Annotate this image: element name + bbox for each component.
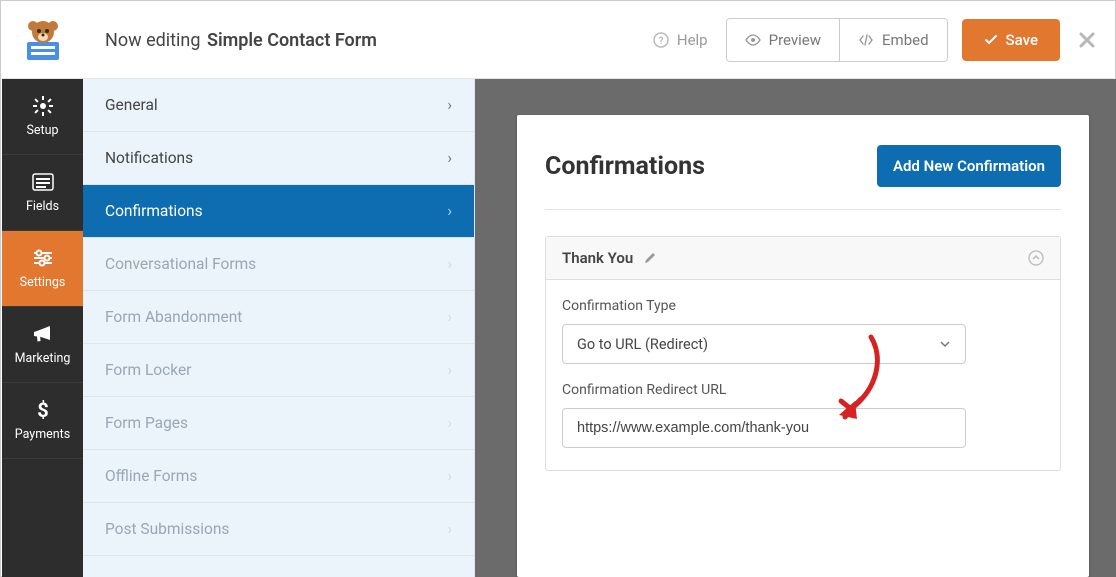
save-button[interactable]: Save	[962, 19, 1060, 61]
submenu-label: General	[105, 96, 158, 114]
vertical-nav: Setup Fields Settings Marketing $ Paymen…	[2, 79, 83, 577]
topbar: Now editing Simple Contact Form ? Help P…	[83, 2, 1114, 79]
add-button-label: Add New Confirmation	[893, 157, 1045, 175]
chevron-down-icon	[939, 338, 951, 350]
dollar-icon: $	[32, 399, 54, 421]
pencil-icon[interactable]	[643, 251, 657, 265]
gear-icon	[32, 95, 54, 117]
confirmation-type-select[interactable]: Go to URL (Redirect)	[562, 324, 966, 364]
save-label: Save	[1006, 31, 1038, 49]
submenu-label: Conversational Forms	[105, 255, 256, 273]
submenu-label: Confirmations	[105, 202, 203, 220]
submenu-label: Form Pages	[105, 414, 188, 432]
submenu-label: Offline Forms	[105, 467, 197, 485]
confirmation-type-label: Confirmation Type	[562, 298, 1044, 314]
submenu-item-conversational-forms[interactable]: Conversational Forms ›	[83, 238, 474, 291]
chevron-right-icon: ›	[447, 255, 452, 273]
redirect-url-label: Confirmation Redirect URL	[562, 382, 1044, 398]
check-icon	[984, 33, 998, 47]
chevron-right-icon: ›	[447, 361, 452, 379]
panel-body: Confirmation Type Go to URL (Redirect) C…	[546, 280, 1060, 470]
preview-embed-group: Preview Embed	[726, 18, 948, 62]
list-icon	[32, 171, 54, 193]
code-icon	[858, 32, 874, 48]
vnav-label: Payments	[15, 427, 70, 442]
preview-label: Preview	[769, 31, 821, 49]
form-title: Simple Contact Form	[207, 30, 377, 51]
card-header: Confirmations Add New Confirmation	[545, 145, 1061, 210]
select-value: Go to URL (Redirect)	[577, 336, 708, 353]
submenu-item-form-abandonment[interactable]: Form Abandonment ›	[83, 291, 474, 344]
chevron-right-icon: ›	[447, 149, 452, 167]
vnav-item-setup[interactable]: Setup	[2, 79, 83, 155]
vnav-item-payments[interactable]: $ Payments	[2, 383, 83, 459]
redirect-url-input[interactable]	[562, 408, 966, 448]
close-icon	[1078, 31, 1096, 49]
embed-button[interactable]: Embed	[839, 19, 947, 61]
submenu-item-form-pages[interactable]: Form Pages ›	[83, 397, 474, 450]
eye-icon	[745, 32, 761, 48]
chevron-up-icon	[1028, 250, 1044, 266]
collapse-button[interactable]	[1028, 250, 1044, 266]
vnav-label: Setup	[26, 123, 58, 138]
help-icon: ?	[653, 32, 669, 48]
submenu-label: Form Locker	[105, 361, 191, 379]
submenu-label: Notifications	[105, 149, 193, 167]
settings-submenu: General › Notifications › Confirmations …	[83, 79, 475, 577]
confirmations-card: Confirmations Add New Confirmation Thank…	[517, 115, 1089, 577]
submenu-label: Post Submissions	[105, 520, 229, 538]
vnav-item-fields[interactable]: Fields	[2, 155, 83, 231]
sliders-icon	[32, 247, 54, 269]
svg-text:$: $	[37, 399, 48, 421]
panel-header[interactable]: Thank You	[546, 237, 1060, 280]
editing-title: Now editing Simple Contact Form	[105, 30, 377, 51]
chevron-right-icon: ›	[447, 96, 452, 114]
chevron-right-icon: ›	[447, 414, 452, 432]
editing-label: Now editing	[105, 30, 200, 51]
svg-text:?: ?	[658, 36, 663, 47]
chevron-right-icon: ›	[447, 467, 452, 485]
confirmation-panel: Thank You Confirmation Type Go to URL (R…	[545, 236, 1061, 471]
submenu-item-form-locker[interactable]: Form Locker ›	[83, 344, 474, 397]
submenu-item-confirmations[interactable]: Confirmations ›	[83, 185, 474, 238]
embed-label: Embed	[882, 31, 929, 49]
chevron-right-icon: ›	[447, 308, 452, 326]
vnav-label: Fields	[26, 199, 59, 214]
app-logo[interactable]	[2, 2, 83, 79]
vnav-label: Settings	[20, 275, 66, 290]
panel-title: Thank You	[562, 249, 633, 267]
add-confirmation-button[interactable]: Add New Confirmation	[877, 145, 1061, 187]
submenu-item-notifications[interactable]: Notifications ›	[83, 132, 474, 185]
page-heading: Confirmations	[545, 152, 705, 181]
vnav-item-settings[interactable]: Settings	[2, 231, 83, 307]
chevron-right-icon: ›	[447, 520, 452, 538]
vnav-label: Marketing	[15, 351, 71, 366]
close-button[interactable]	[1078, 31, 1096, 49]
main-column: Confirmations Add New Confirmation Thank…	[475, 79, 1116, 577]
submenu-item-post-submissions[interactable]: Post Submissions ›	[83, 503, 474, 556]
vnav-item-marketing[interactable]: Marketing	[2, 307, 83, 383]
submenu-label: Form Abandonment	[105, 308, 242, 326]
preview-button[interactable]: Preview	[727, 19, 839, 61]
help-label: Help	[677, 31, 708, 49]
megaphone-icon	[32, 323, 54, 345]
help-link[interactable]: ? Help	[653, 31, 708, 49]
submenu-item-offline-forms[interactable]: Offline Forms ›	[83, 450, 474, 503]
submenu-item-general[interactable]: General ›	[83, 79, 474, 132]
chevron-right-icon: ›	[447, 202, 452, 220]
